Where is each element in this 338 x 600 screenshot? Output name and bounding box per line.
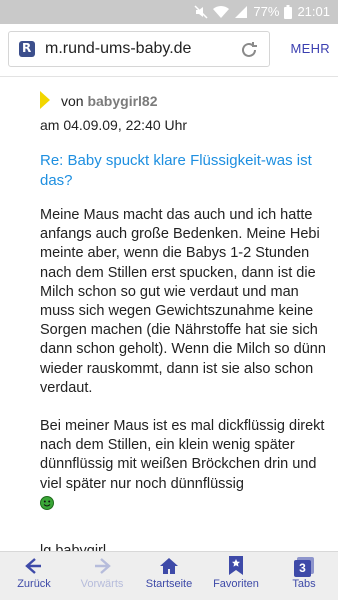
- bottom-toolbar: Zurück Vorwärts Startseite Favoriten 3 T…: [0, 551, 338, 600]
- back-arrow-icon: [25, 557, 43, 578]
- favicon-letter: R: [22, 41, 32, 55]
- forward-arrow-icon: [93, 557, 111, 578]
- browser-toolbar: R m.rund-ums-baby.de MEHR: [0, 24, 338, 77]
- mute-icon: [194, 4, 208, 19]
- post-signature: lg babygirl: [40, 543, 107, 551]
- bookmark-star-icon: [228, 556, 244, 578]
- home-label: Startseite: [145, 578, 193, 590]
- wifi-icon: [213, 5, 230, 19]
- battery-icon: [284, 4, 293, 19]
- smiley-icon: [40, 495, 54, 516]
- reload-icon[interactable]: [238, 39, 260, 66]
- battery-percent: 77%: [253, 4, 280, 19]
- tabs-button[interactable]: 3 Tabs: [270, 556, 338, 590]
- post-paragraph: Bei meiner Maus ist es mal dickflüssig d…: [40, 417, 336, 516]
- forward-label: Vorwärts: [80, 578, 124, 590]
- site-favicon-icon: R: [19, 41, 35, 57]
- forward-button[interactable]: Vorwärts: [68, 556, 136, 590]
- author-prefix: von: [61, 93, 84, 109]
- post-body: Meine Maus macht das auch und ich hatte …: [40, 206, 336, 516]
- favorites-button[interactable]: Favoriten: [202, 556, 270, 590]
- signal-icon: [234, 5, 248, 19]
- author-name[interactable]: babygirl82: [87, 93, 157, 109]
- tabs-icon: 3: [294, 557, 314, 577]
- home-button[interactable]: Startseite: [135, 556, 203, 590]
- more-button[interactable]: MEHR: [291, 41, 330, 56]
- home-icon: [159, 557, 179, 578]
- url-text[interactable]: m.rund-ums-baby.de: [45, 40, 191, 58]
- status-bar: 77% 21:01: [0, 0, 338, 24]
- tabs-label: Tabs: [292, 578, 316, 590]
- tabs-count: 3: [299, 561, 306, 575]
- address-bar[interactable]: R m.rund-ums-baby.de: [8, 31, 270, 67]
- post-title[interactable]: Re: Baby spuckt klare Flüssigkeit-was is…: [40, 151, 330, 191]
- status-icons: 77% 21:01: [194, 4, 330, 19]
- post-date: am 04.09.09, 22:40 Uhr: [40, 117, 188, 133]
- back-button[interactable]: Zurück: [0, 556, 68, 590]
- post-content: von babygirl82 am 04.09.09, 22:40 Uhr Re…: [0, 77, 338, 551]
- post-author: von babygirl82: [61, 93, 158, 109]
- post-paragraph-text: Bei meiner Maus ist es mal dickflüssig d…: [40, 418, 325, 492]
- post-paragraph: Meine Maus macht das auch und ich hatte …: [40, 207, 326, 396]
- back-label: Zurück: [17, 578, 51, 590]
- favorites-label: Favoriten: [213, 578, 259, 590]
- arrow-flag-icon: [40, 91, 50, 114]
- clock: 21:01: [297, 4, 330, 19]
